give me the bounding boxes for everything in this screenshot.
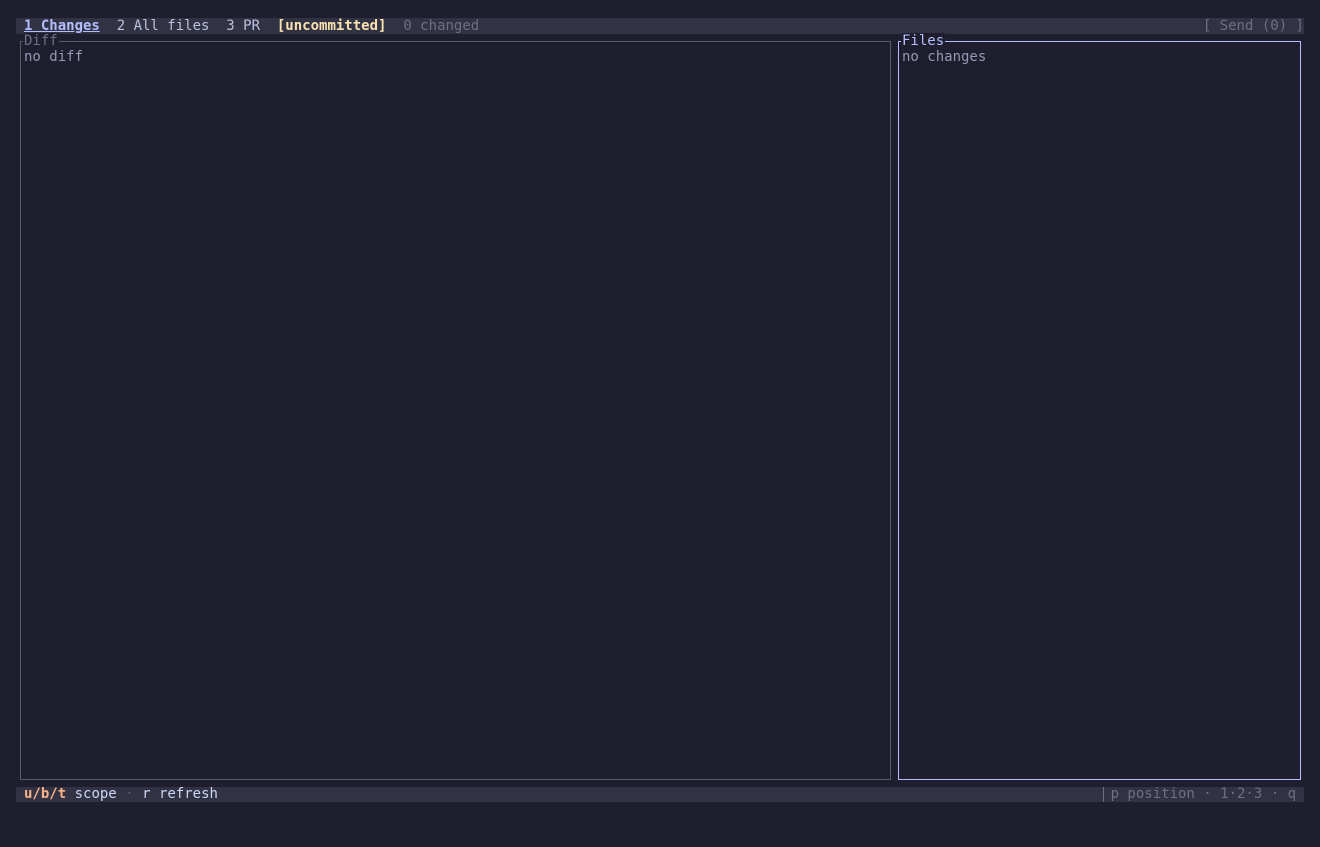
status-divider: [1103, 787, 1104, 802]
tab-all-files[interactable]: 2 All files: [117, 18, 210, 34]
refresh-hint-label: refresh: [158, 786, 218, 802]
status-bar-right-hints: p position · 1·2·3 · q: [1110, 786, 1296, 802]
refresh-key-hint: r: [142, 786, 151, 802]
top-bar: 1 Changes 2 All files 3 PR [uncommitted]…: [16, 18, 1304, 34]
diff-panel[interactable]: Diff no diff: [20, 33, 891, 780]
files-panel-title: Files: [901, 33, 946, 49]
top-bar-left: 1 Changes 2 All files 3 PR [uncommitted]…: [24, 18, 479, 34]
status-bar-hints: u/b/t scope · r refresh: [24, 787, 218, 802]
scope-key-hint: u/b/t: [24, 786, 67, 802]
changed-count: 0 changed: [403, 18, 480, 34]
hint-separator: ·: [125, 786, 134, 802]
scope-indicator[interactable]: [uncommitted]: [277, 18, 387, 34]
diff-empty-message: no diff: [24, 49, 84, 65]
tab-changes[interactable]: 1 Changes: [24, 18, 100, 34]
files-empty-message: no changes: [902, 49, 987, 65]
send-button[interactable]: [ Send (0) ]: [1203, 18, 1304, 34]
scope-hint-label: scope: [74, 786, 117, 802]
diff-panel-title: Diff: [23, 33, 59, 49]
tab-pr[interactable]: 3 PR: [226, 18, 260, 34]
files-panel[interactable]: Files no changes: [898, 33, 1301, 780]
status-bar: u/b/t scope · r refresh p position · 1·2…: [16, 787, 1304, 802]
